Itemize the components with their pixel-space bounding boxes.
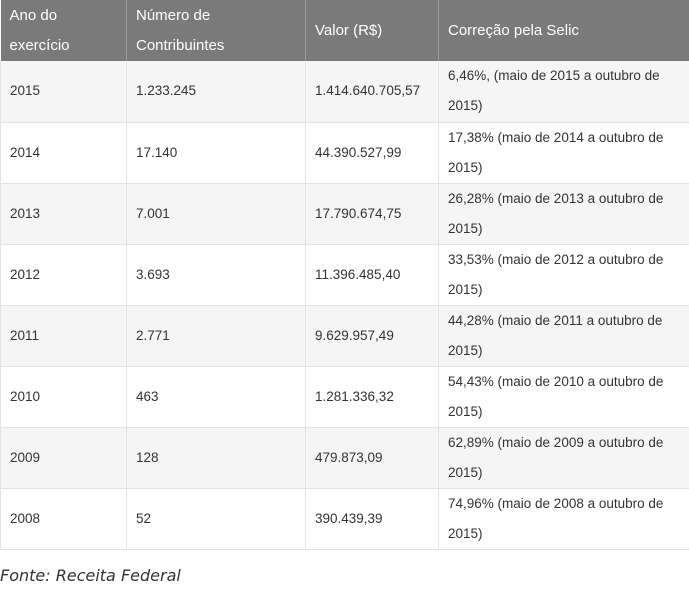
- cell-selic-correction: 33,53% (maio de 2012 a outubro de 2015): [438, 244, 689, 306]
- cell-taxpayers: 128: [126, 427, 306, 489]
- table-header-row: Ano do exercício Número de Contribuintes…: [0, 0, 689, 61]
- cell-selic-correction: 54,43% (maio de 2010 a outubro de 2015): [438, 366, 689, 428]
- cell-year: 2015: [0, 61, 127, 123]
- source-caption: Fonte: Receita Federal: [0, 566, 181, 585]
- header-selic-correction: Correção pela Selic: [438, 0, 689, 61]
- header-value: Valor (R$): [305, 0, 439, 61]
- cell-year: 2009: [0, 427, 127, 489]
- table-row: 2010 463 1.281.336,32 54,43% (maio de 20…: [0, 366, 689, 428]
- cell-year: 2012: [0, 244, 127, 306]
- table-row: 2013 7.001 17.790.674,75 26,28% (maio de…: [0, 183, 689, 245]
- cell-taxpayers: 2.771: [126, 305, 306, 367]
- header-taxpayers: Número de Contribuintes: [126, 0, 306, 61]
- header-year: Ano do exercício: [0, 0, 127, 61]
- table-row: 2011 2.771 9.629.957,49 44,28% (maio de …: [0, 305, 689, 367]
- table-row: 2015 1.233.245 1.414.640.705,57 6,46%, (…: [0, 61, 689, 123]
- cell-value: 11.396.485,40: [305, 244, 439, 306]
- cell-year: 2013: [0, 183, 127, 245]
- cell-taxpayers: 463: [126, 366, 306, 428]
- cell-selic-correction: 62,89% (maio de 2009 a outubro de 2015): [438, 427, 689, 489]
- cell-value: 1.281.336,32: [305, 366, 439, 428]
- cell-value: 44.390.527,99: [305, 122, 439, 184]
- cell-value: 17.790.674,75: [305, 183, 439, 245]
- table-row: 2014 17.140 44.390.527,99 17,38% (maio d…: [0, 122, 689, 184]
- cell-selic-correction: 17,38% (maio de 2014 a outubro de 2015): [438, 122, 689, 184]
- cell-selic-correction: 44,28% (maio de 2011 a outubro de 2015): [438, 305, 689, 367]
- cell-year: 2008: [0, 488, 127, 550]
- table-row: 2012 3.693 11.396.485,40 33,53% (maio de…: [0, 244, 689, 306]
- cell-year: 2014: [0, 122, 127, 184]
- cell-taxpayers: 3.693: [126, 244, 306, 306]
- cell-year: 2010: [0, 366, 127, 428]
- table-row: 2009 128 479.873,09 62,89% (maio de 2009…: [0, 427, 689, 489]
- cell-taxpayers: 7.001: [126, 183, 306, 245]
- cell-taxpayers: 1.233.245: [126, 61, 306, 123]
- selic-correction-table: Ano do exercício Número de Contribuintes…: [0, 0, 689, 550]
- cell-year: 2011: [0, 305, 127, 367]
- cell-value: 1.414.640.705,57: [305, 61, 439, 123]
- cell-selic-correction: 26,28% (maio de 2013 a outubro de 2015): [438, 183, 689, 245]
- cell-selic-correction: 74,96% (maio de 2008 a outubro de 2015): [438, 488, 689, 550]
- table-row: 2008 52 390.439,39 74,96% (maio de 2008 …: [0, 488, 689, 550]
- cell-taxpayers: 17.140: [126, 122, 306, 184]
- cell-taxpayers: 52: [126, 488, 306, 550]
- cell-selic-correction: 6,46%, (maio de 2015 a outubro de 2015): [438, 61, 689, 123]
- cell-value: 9.629.957,49: [305, 305, 439, 367]
- cell-value: 390.439,39: [305, 488, 439, 550]
- cell-value: 479.873,09: [305, 427, 439, 489]
